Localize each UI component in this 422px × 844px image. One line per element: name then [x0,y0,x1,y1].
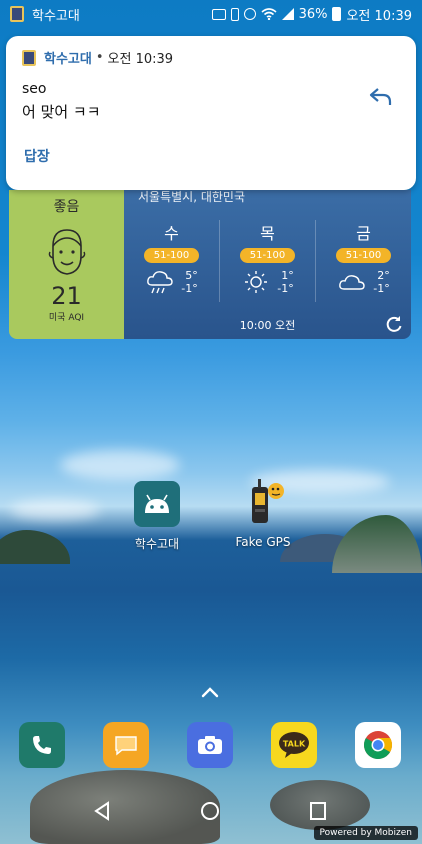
notification-time: 오전 10:39 [107,52,174,67]
app-notification-icon [10,6,24,22]
temp-low: -1° [373,282,390,295]
app-label: 학수고대 [134,537,180,551]
reply-button[interactable]: 답장 [24,146,50,166]
aqi-badge: 51-100 [239,248,296,263]
notification-message: 어 맞어 ㅋㅋ [22,103,101,121]
aqi-badge: 51-100 [335,248,392,263]
reply-icon[interactable] [368,86,394,108]
separator: • [95,50,104,65]
app-label: Fake GPS [235,535,291,549]
temp-high: 1° [281,269,294,282]
camera-icon[interactable] [187,722,233,768]
app-haksugodae[interactable]: 학수고대 [117,481,197,552]
aqi-panel[interactable]: 좋음 21 미국 AQI [9,190,124,339]
app-fake-gps[interactable]: Fake GPS [223,477,303,549]
forecast-day: 수 51-100 5° -1° [124,220,220,302]
vibrate-icon [230,7,239,21]
day-name: 금 [356,224,371,243]
weather-widget[interactable]: 좋음 21 미국 AQI 서울특별시, 대한민국 수 51-100 5° -1°… [9,190,411,339]
aqi-status: 좋음 [53,199,80,215]
kakaotalk-label: TALK [283,740,306,749]
back-icon[interactable] [92,800,112,822]
messages-icon[interactable] [103,722,149,768]
gps-device-icon [252,479,284,523]
sun-icon [245,271,268,293]
forecast-day: 금 51-100 2° -1° [316,220,411,302]
notification-header: 학수고대 • 오전 10:39 [22,48,400,67]
phone-icon[interactable] [19,722,65,768]
cloud [10,500,100,520]
powered-by-label: Powered by Mobizen [313,826,418,840]
forecast-days: 수 51-100 5° -1° 목 51-100 1° -1° 금 51-100… [124,220,411,302]
recents-icon[interactable] [308,800,328,822]
day-name: 목 [260,224,275,243]
cloud-rain-icon [147,271,173,294]
wifi-icon [261,8,277,20]
status-time: 오전 10:39 [346,8,412,24]
updated-time: 10:00 오전 [239,319,296,332]
android-icon [134,481,180,527]
kakaotalk-icon[interactable]: TALK [271,722,317,768]
temp-low: -1° [277,282,294,295]
status-app-name: 학수고대 [32,8,80,24]
aqi-badge: 51-100 [143,248,200,263]
notification-sender: seo [22,81,47,97]
app-notification-icon [22,49,36,66]
location-label: 서울특별시, 대한민국 [138,190,245,204]
rocks [30,770,220,844]
alarm-icon [243,8,256,20]
status-bar: 학수고대 36% 오전 10:39 [0,0,422,28]
forecast-day: 목 51-100 1° -1° [220,220,316,302]
forecast-panel[interactable]: 서울특별시, 대한민국 수 51-100 5° -1° 목 51-100 1° … [124,190,411,339]
refresh-icon[interactable] [385,315,403,333]
temp-high: 2° [377,269,390,282]
cloud-icon [339,275,365,290]
notification-app-name: 학수고대 [44,52,92,67]
home-icon[interactable] [199,800,221,822]
aqi-value: 21 [51,282,82,310]
temp-high: 5° [185,269,198,282]
chevron-up-icon[interactable] [201,686,219,698]
battery-percent: 36% [298,6,328,22]
chrome-icon[interactable] [355,722,401,768]
signal-icon [281,8,294,20]
face-icon [48,229,85,275]
cast-icon [211,8,226,20]
cloud [60,450,180,480]
aqi-unit: 미국 AQI [48,313,85,323]
day-name: 수 [164,224,179,243]
temp-low: -1° [181,282,198,295]
notification-card[interactable]: 학수고대 • 오전 10:39 seo 어 맞어 ㅋㅋ 답장 [6,36,416,190]
battery-icon [332,7,342,21]
